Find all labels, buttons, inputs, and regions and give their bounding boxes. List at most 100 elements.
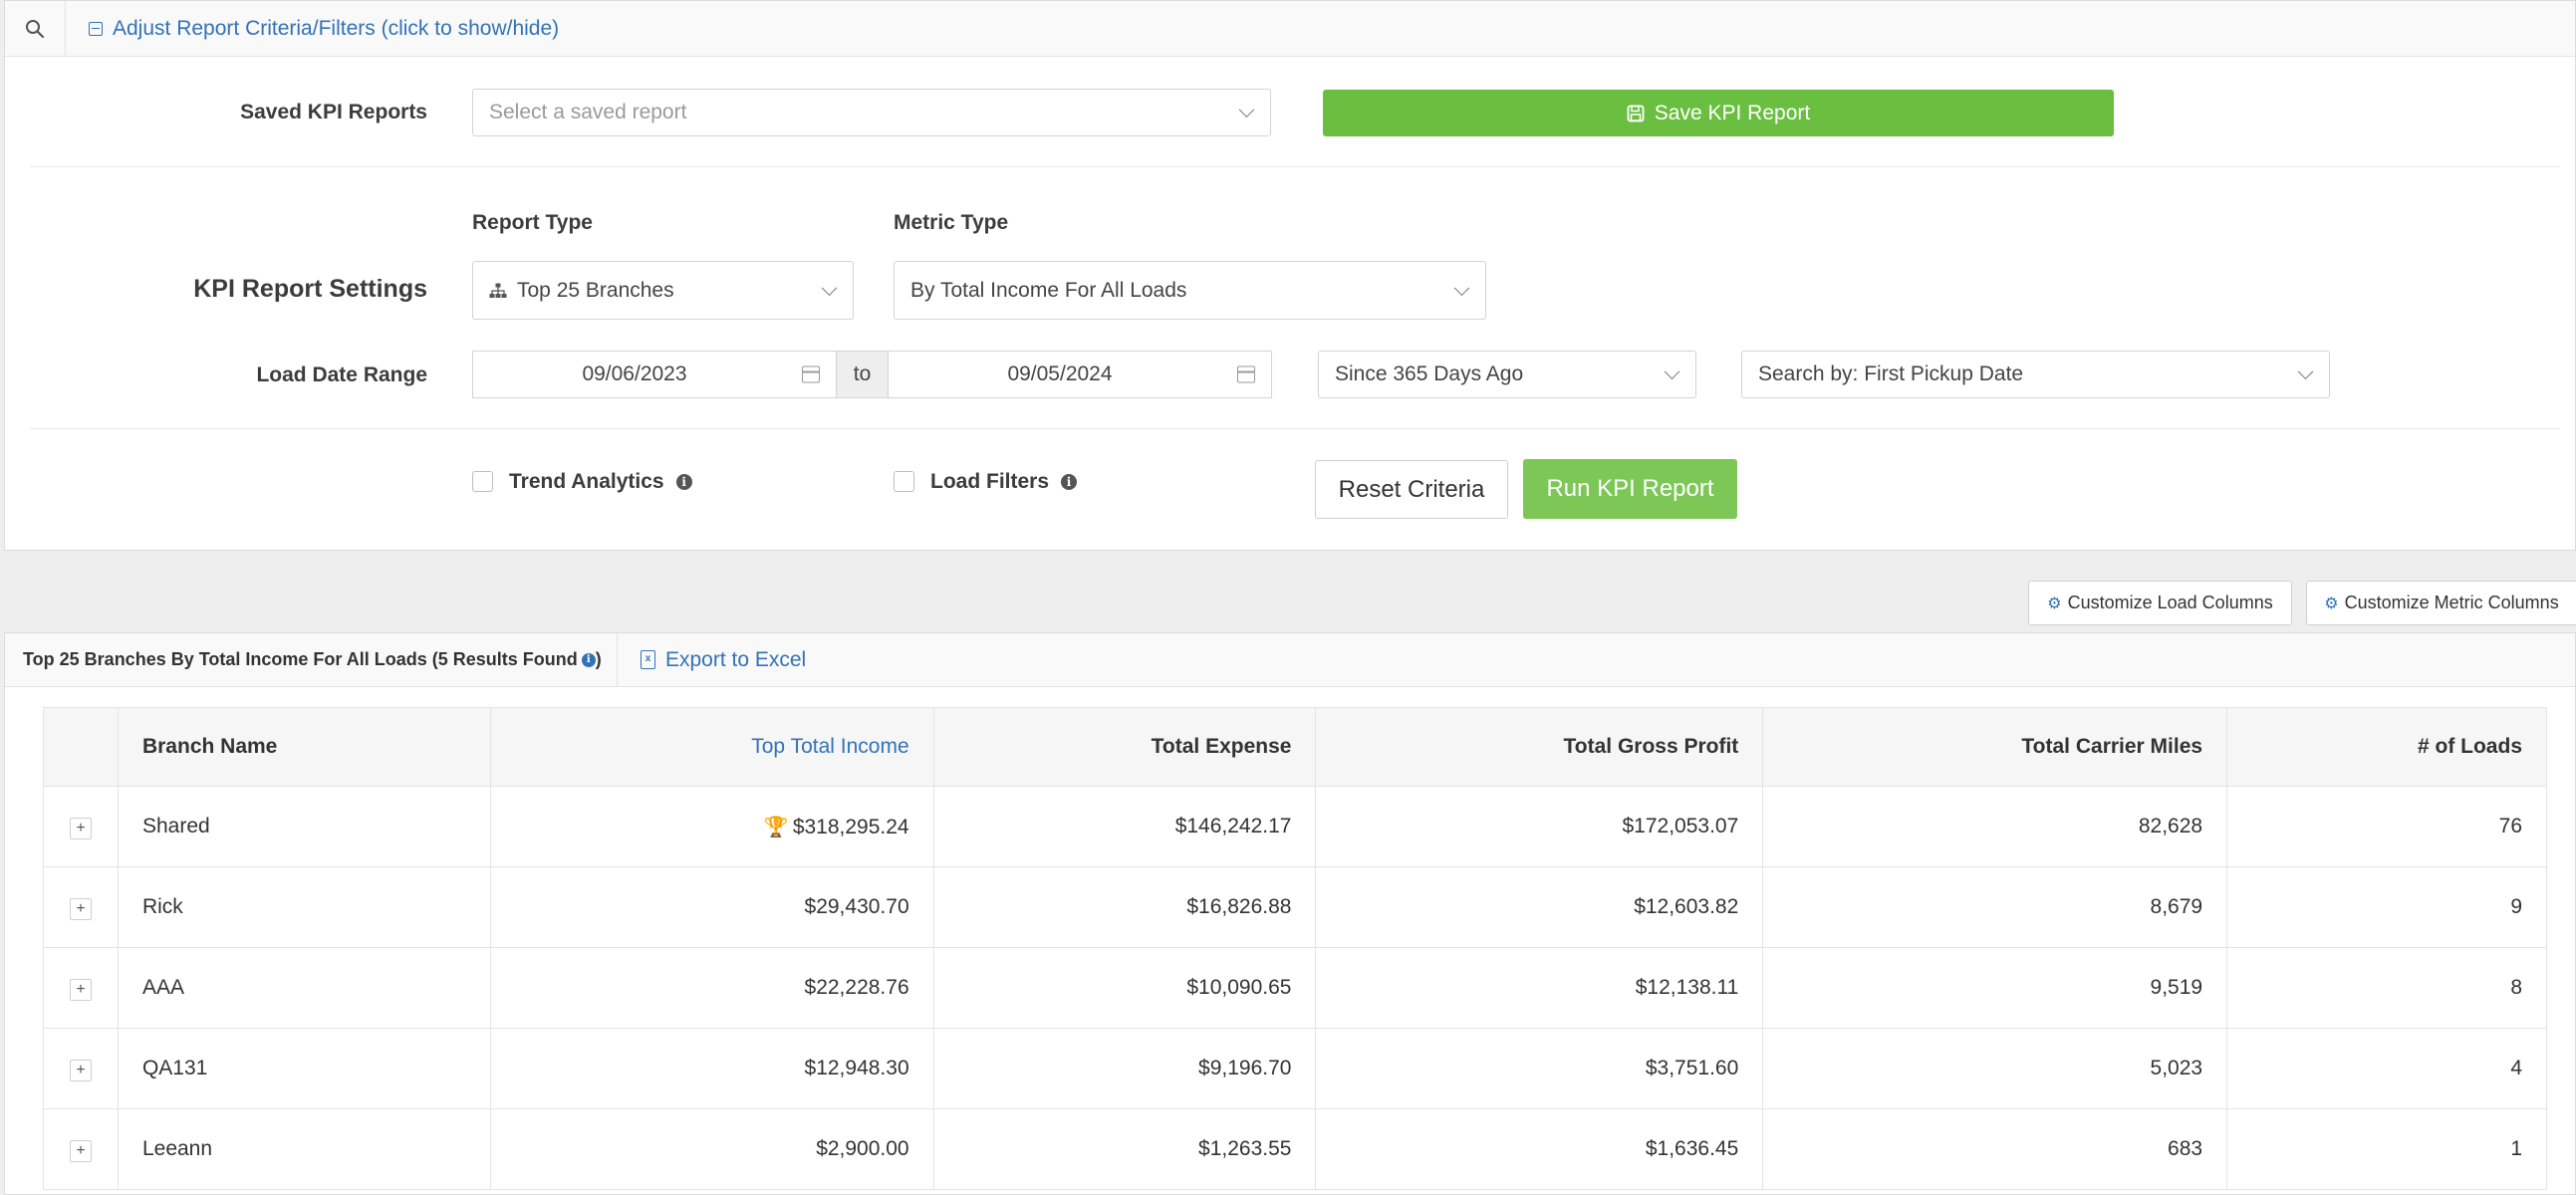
info-circle-icon[interactable]: i	[581, 652, 596, 667]
cell-miles: 683	[1762, 1108, 2228, 1190]
cell-income: 🏆 $318,295.24	[489, 786, 934, 867]
cell-profit: $12,138.11	[1315, 947, 1764, 1029]
cell-expense: $1,263.55	[932, 1108, 1317, 1190]
table-row: + AAA $22,228.76 $10,090.65 $12,138.11 9…	[43, 947, 2547, 1029]
cell-expense: $146,242.17	[932, 786, 1317, 867]
date-to-value: 09/05/2024	[1007, 362, 1113, 385]
expand-column-header	[43, 707, 119, 787]
export-to-excel-link[interactable]: x Export to Excel	[641, 633, 806, 686]
cell-branch: Rick	[117, 866, 491, 948]
save-kpi-report-label: Save KPI Report	[1654, 101, 1811, 124]
file-excel-icon: x	[641, 650, 655, 669]
saved-reports-label: Saved KPI Reports	[240, 101, 427, 123]
toggle-criteria-link[interactable]: Adjust Report Criteria/Filters (click to…	[89, 1, 559, 56]
reset-criteria-button[interactable]: Reset Criteria	[1315, 460, 1508, 519]
date-from-input[interactable]: 09/06/2023	[472, 351, 837, 398]
expand-cell: +	[43, 1028, 119, 1109]
criteria-panel-header: Adjust Report Criteria/Filters (click to…	[5, 1, 2575, 57]
column-header-expense[interactable]: Total Expense	[932, 707, 1317, 787]
table-row: + Rick $29,430.70 $16,826.88 $12,603.82 …	[43, 866, 2547, 948]
table-row: + Leeann $2,900.00 $1,263.55 $1,636.45 6…	[43, 1108, 2547, 1190]
table-row: + Shared 🏆 $318,295.24 $146,242.17 $172,0…	[43, 786, 2547, 867]
results-title: Top 25 Branches By Total Income For All …	[23, 633, 602, 686]
column-header-profit[interactable]: Total Gross Profit	[1315, 707, 1764, 787]
cell-branch: QA131	[117, 1028, 491, 1109]
info-circle-icon[interactable]: i	[675, 474, 692, 490]
floppy-disk-icon	[1627, 105, 1645, 121]
cell-profit: $1,636.45	[1315, 1108, 1764, 1190]
report-type-select[interactable]: Top 25 Branches	[472, 261, 854, 320]
chevron-down-icon	[1453, 279, 1470, 296]
cell-profit: $12,603.82	[1315, 866, 1764, 948]
cell-loads: 9	[2226, 866, 2547, 948]
customize-load-columns-button[interactable]: ⚙ Customize Load Columns	[2028, 581, 2292, 625]
cell-miles: 82,628	[1762, 786, 2228, 867]
kpi-settings-label: KPI Report Settings	[193, 275, 427, 303]
metric-type-value: By Total Income For All Loads	[910, 278, 1187, 302]
divider	[30, 428, 2560, 429]
cell-income: $29,430.70	[489, 866, 934, 948]
table-row: + QA131 $12,948.30 $9,196.70 $3,751.60 5…	[43, 1028, 2547, 1109]
minus-square-icon	[89, 21, 103, 36]
sitemap-icon	[489, 283, 507, 298]
report-type-label: Report Type	[472, 211, 593, 234]
search-button[interactable]	[5, 1, 66, 56]
cell-income: $2,900.00	[489, 1108, 934, 1190]
cell-profit: $3,751.60	[1315, 1028, 1764, 1109]
trend-analytics-text: Trend Analytics	[509, 470, 664, 493]
export-to-excel-label: Export to Excel	[665, 647, 807, 671]
column-header-income[interactable]: Top Total Income	[489, 707, 934, 787]
metric-type-select[interactable]: By Total Income For All Loads	[894, 261, 1486, 320]
cell-miles: 9,519	[1762, 947, 2228, 1029]
results-title-text: Top 25 Branches By Total Income For All …	[23, 649, 578, 669]
customize-metric-columns-label: Customize Metric Columns	[2344, 593, 2559, 612]
expand-cell: +	[43, 866, 119, 948]
run-kpi-report-button[interactable]: Run KPI Report	[1523, 459, 1737, 519]
date-preset-select[interactable]: Since 365 Days Ago	[1318, 351, 1696, 398]
load-filters-text: Load Filters	[930, 470, 1050, 493]
divider	[30, 166, 2560, 167]
customize-metric-columns-button[interactable]: ⚙ Customize Metric Columns	[2306, 581, 2576, 625]
chevron-down-icon	[1238, 102, 1255, 119]
cell-expense: $16,826.88	[932, 866, 1317, 948]
search-icon	[26, 19, 45, 38]
expand-row-button[interactable]: +	[69, 817, 92, 839]
expand-row-button[interactable]: +	[69, 978, 92, 1001]
saved-report-select[interactable]: Select a saved report	[472, 89, 1271, 136]
expand-cell: +	[43, 947, 119, 1029]
info-circle-icon[interactable]: i	[1061, 474, 1078, 490]
chevron-down-icon	[2297, 363, 2314, 380]
results-panel: Top 25 Branches By Total Income For All …	[4, 632, 2576, 1195]
date-to-input[interactable]: 09/05/2024	[888, 351, 1272, 398]
results-header: Top 25 Branches By Total Income For All …	[5, 633, 2575, 687]
expand-row-button[interactable]: +	[69, 1059, 92, 1081]
search-by-select[interactable]: Search by: First Pickup Date	[1741, 351, 2330, 398]
cell-branch: Shared	[117, 786, 491, 867]
table-header-row: Branch Name Top Total Income Total Expen…	[43, 707, 2547, 787]
column-header-branch[interactable]: Branch Name	[117, 707, 491, 787]
column-header-loads[interactable]: # of Loads	[2226, 707, 2547, 787]
gears-icon: ⚙	[2047, 595, 2062, 612]
column-header-miles[interactable]: Total Carrier Miles	[1762, 707, 2228, 787]
date-to-addon: to	[836, 351, 889, 398]
cell-income-value: $318,295.24	[792, 815, 909, 838]
expand-row-button[interactable]: +	[69, 897, 92, 920]
cell-expense: $10,090.65	[932, 947, 1317, 1029]
date-from-value: 09/06/2023	[582, 362, 687, 385]
expand-row-button[interactable]: +	[69, 1139, 92, 1162]
load-filters-checkbox[interactable]	[894, 471, 914, 492]
calendar-icon	[1237, 365, 1255, 383]
results-title-suffix: )	[595, 649, 602, 669]
load-filters-label: Load Filters i	[930, 469, 1078, 495]
load-date-range-label: Load Date Range	[256, 363, 427, 386]
trend-analytics-checkbox[interactable]	[472, 471, 493, 492]
cell-income: $22,228.76	[489, 947, 934, 1029]
save-kpi-report-button[interactable]: Save KPI Report	[1323, 90, 2114, 136]
cell-loads: 4	[2226, 1028, 2547, 1109]
toggle-criteria-label: Adjust Report Criteria/Filters (click to…	[113, 16, 560, 40]
metric-type-label: Metric Type	[894, 211, 1009, 234]
cell-loads: 1	[2226, 1108, 2547, 1190]
chevron-down-icon	[821, 279, 838, 296]
search-by-value: Search by: First Pickup Date	[1758, 362, 2024, 385]
cell-loads: 76	[2226, 786, 2547, 867]
